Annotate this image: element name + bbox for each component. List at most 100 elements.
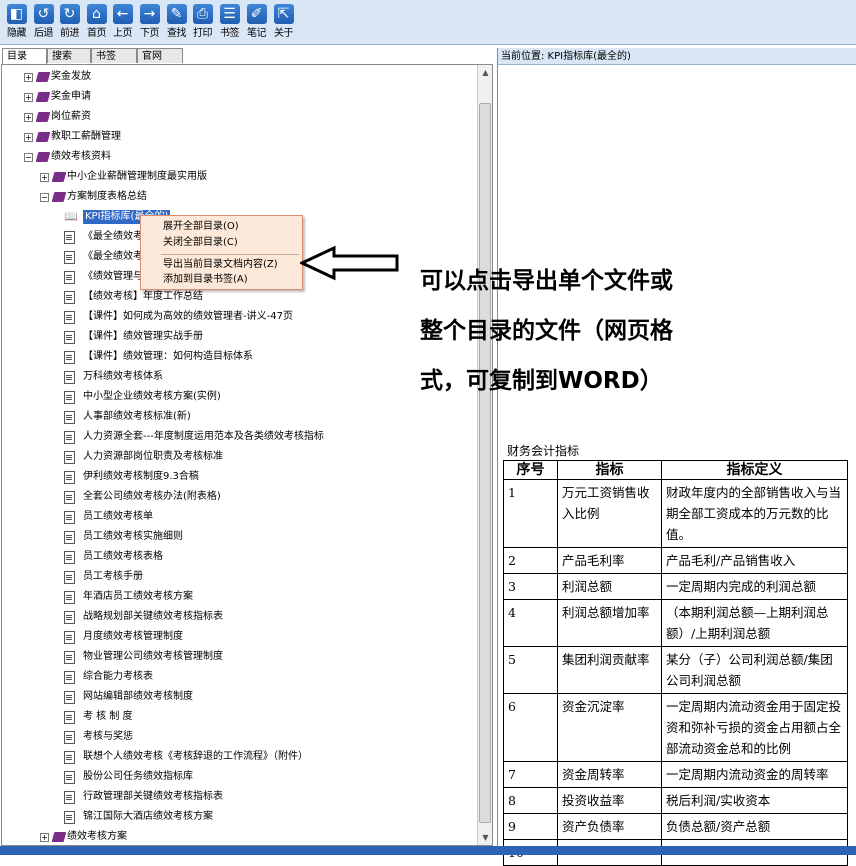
tree-node[interactable]: + 奖金申请 (2, 87, 472, 107)
tree-node-label: 奖金发放 (51, 71, 91, 82)
tree-node-label: 战略规划部关键绩效考核指标表 (83, 611, 223, 622)
tab-bookmarks[interactable]: 书签 (91, 48, 137, 63)
document-icon (64, 791, 75, 804)
tree-node[interactable]: + 岗位薪资 (2, 107, 472, 127)
book-icon (35, 152, 51, 162)
tree-node[interactable]: 考 核 制 度 (2, 707, 472, 727)
tree-node[interactable]: 战略规划部关键绩效考核指标表 (2, 607, 472, 627)
tree-node[interactable]: 考核与奖惩 (2, 727, 472, 747)
book-icon (35, 132, 51, 142)
taskbar (0, 846, 856, 855)
tree-node[interactable]: 年酒店员工绩效考核方案 (2, 587, 472, 607)
tree-node[interactable]: 员工绩效考核表格 (2, 547, 472, 567)
tree-node-label: 考 核 制 度 (83, 711, 133, 722)
toolbar-button-1[interactable]: ↺ 后退 (30, 2, 57, 42)
tree-node-label: 伊利绩效考核制度9.3合稿 (83, 471, 199, 482)
tree-node[interactable]: 【绩效考核】年度工作总结 (2, 287, 472, 307)
document-icon (64, 351, 75, 364)
toolbar-button-7[interactable]: ⎙ 打印 (189, 2, 216, 42)
tree-node[interactable]: + 绩效考核方案 (2, 827, 472, 845)
tree-node[interactable]: 综合能力考核表 (2, 667, 472, 687)
toolbar-button-8[interactable]: ☰ 书签 (216, 2, 243, 42)
finance-indicator-table: 序号 指标 指标定义 1 万元工资销售收入比例 财政年度内的全部销售收入与当期全部工… (503, 460, 848, 866)
tree-node[interactable]: 物业管理公司绩效考核管理制度 (2, 647, 472, 667)
tab-website[interactable]: 官网 (137, 48, 183, 63)
tree-node-label: 联想个人绩效考核《考核辞退的工作流程》（附件） (83, 751, 308, 762)
toolbar-button-4[interactable]: ← 上页 (109, 2, 136, 42)
expand-icon[interactable]: + (40, 173, 49, 182)
tree-node[interactable]: 全套公司绩效考核办法(附表格) (2, 487, 472, 507)
tree-node[interactable]: 万科绩效考核体系 (2, 367, 472, 387)
tree-node[interactable]: 联想个人绩效考核《考核辞退的工作流程》（附件） (2, 747, 472, 767)
toolbar-button-0[interactable]: ◧ 隐藏 (3, 2, 30, 42)
expand-icon[interactable]: + (40, 833, 49, 842)
tree-node[interactable]: 股份公司任务绩效指标库 (2, 767, 472, 787)
tree-node[interactable]: 员工绩效考核实施细则 (2, 527, 472, 547)
expand-icon[interactable]: + (24, 93, 33, 102)
tree-node-label: 锦江国际大酒店绩效考核方案 (83, 811, 213, 822)
document-icon (64, 591, 75, 604)
tree-node-label: 员工考核手册 (83, 571, 143, 582)
tree-node[interactable]: 伊利绩效考核制度9.3合稿 (2, 467, 472, 487)
toolbar-button-label: 笔记 (247, 28, 267, 39)
collapse-icon[interactable]: − (24, 153, 33, 162)
tree-node-label: 年酒店员工绩效考核方案 (83, 591, 193, 602)
expand-icon[interactable]: + (24, 113, 33, 122)
document-icon (64, 731, 75, 744)
menu-add-bookmark[interactable]: 添加到目录书签(A) (163, 273, 248, 287)
tree-node[interactable]: 员工考核手册 (2, 567, 472, 587)
tree-node[interactable]: 【课件】绩效管理：如何构造目标体系 (2, 347, 472, 367)
toolbar-button-6[interactable]: ✎ 查找 (163, 2, 190, 42)
tree-node-label: 考核与奖惩 (83, 731, 133, 742)
tree-node[interactable]: 锦江国际大酒店绩效考核方案 (2, 807, 472, 827)
tree-node-label: 岗位薪资 (51, 111, 91, 122)
tree-node-label: 【课件】如何成为高效的绩效管理者-讲义-47页 (83, 311, 293, 322)
menu-export-current[interactable]: 导出当前目录文档内容(Z) (163, 258, 278, 272)
toolbar-button-3[interactable]: ⌂ 首页 (83, 2, 110, 42)
tree-node[interactable]: 人事部绩效考核标准(新) (2, 407, 472, 427)
expand-icon[interactable]: + (24, 133, 33, 142)
tree-node-label: 人力资源部岗位职责及考核标准 (83, 451, 223, 462)
tree-node[interactable]: − 绩效考核资料 (2, 147, 472, 167)
tree-node[interactable]: 月度绩效考核管理制度 (2, 627, 472, 647)
tree-scrollbar[interactable]: ▲ ▼ (477, 65, 492, 845)
menu-separator (161, 254, 299, 255)
tree-node[interactable]: − 方案制度表格总结 (2, 187, 472, 207)
cell-index: 7 (503, 761, 558, 788)
print-icon: ⎙ (192, 4, 213, 24)
tree-node[interactable]: 网站编辑部绩效考核制度 (2, 687, 472, 707)
cell-indicator: 资金周转率 (557, 761, 662, 788)
tree-node[interactable]: 人力资源全套---年度制度运用范本及各类绩效考核指标 (2, 427, 472, 447)
table-row: 7 资金周转率 一定周期内流动资金的周转率 (503, 761, 848, 788)
tree-node[interactable]: 【课件】绩效管理实战手册 (2, 327, 472, 347)
tree-node[interactable]: + 奖金发放 (2, 67, 472, 87)
tree-node[interactable]: 【课件】如何成为高效的绩效管理者-讲义-47页 (2, 307, 472, 327)
location-bar: 当前位置: KPI指标库(最全的) (498, 48, 856, 65)
cell-definition: 某分（子）公司利润总额/集团公司利润总额 (661, 646, 848, 694)
tree-node[interactable]: 员工绩效考核单 (2, 507, 472, 527)
tree-node[interactable]: + 中小企业薪酬管理制度最实用版 (2, 167, 472, 187)
tree-node[interactable]: 行政管理部关键绩效考核指标表 (2, 787, 472, 807)
table-caption: 财务会计指标 (507, 444, 580, 458)
scroll-down-icon[interactable]: ▼ (478, 830, 492, 845)
expand-icon[interactable]: + (24, 73, 33, 82)
document-icon (64, 311, 75, 324)
tree-node[interactable]: + 教职工薪酬管理 (2, 127, 472, 147)
hide-icon: ◧ (6, 4, 27, 24)
menu-expand-all[interactable]: 展开全部目录(O) (163, 220, 239, 234)
tree-node-label: 人力资源全套---年度制度运用范本及各类绩效考核指标 (83, 431, 324, 442)
tree-node[interactable]: 中小型企业绩效考核方案(实例) (2, 387, 472, 407)
collapse-icon[interactable]: − (40, 193, 49, 202)
document-icon (64, 231, 75, 244)
tab-search[interactable]: 搜索 (47, 48, 91, 63)
menu-collapse-all[interactable]: 关闭全部目录(C) (163, 236, 238, 250)
scroll-thumb[interactable] (479, 103, 491, 823)
scroll-up-icon[interactable]: ▲ (478, 65, 492, 80)
toolbar-button-10[interactable]: ⇱ 关于 (270, 2, 297, 42)
tree-node[interactable]: 人力资源部岗位职责及考核标准 (2, 447, 472, 467)
toolbar-button-2[interactable]: ↻ 前进 (56, 2, 83, 42)
toolbar-button-9[interactable]: ✐ 笔记 (243, 2, 270, 42)
tab-strip: 目录 搜索 书签 官网 (0, 48, 490, 64)
toolbar-button-5[interactable]: → 下页 (136, 2, 163, 42)
tab-contents[interactable]: 目录 (2, 48, 47, 64)
